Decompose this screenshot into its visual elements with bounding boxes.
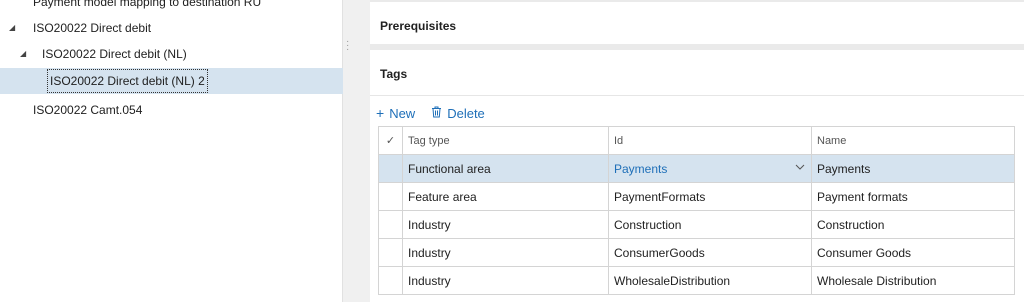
cell-name[interactable]: Construction <box>811 210 1015 239</box>
column-header-name[interactable]: Name <box>811 126 1015 155</box>
divider <box>370 95 1024 96</box>
column-header-id[interactable]: Id <box>608 126 812 155</box>
row-select-checkbox[interactable] <box>378 154 403 183</box>
cell-name[interactable]: Payment formats <box>811 182 1015 211</box>
table-row[interactable]: Industry WholesaleDistribution Wholesale… <box>378 266 1015 295</box>
row-select-checkbox[interactable] <box>378 266 403 295</box>
cell-id[interactable]: Construction <box>608 210 812 239</box>
tree-item-iso20022-direct-debit-nl[interactable]: ◢ ISO20022 Direct debit (NL) <box>0 41 343 67</box>
cell-tag-type[interactable]: Functional area <box>402 154 609 183</box>
row-select-checkbox[interactable] <box>378 210 403 239</box>
column-header-tag-type[interactable]: Tag type <box>402 126 609 155</box>
pane-splitter[interactable]: · · · <box>343 0 370 302</box>
tags-section: Tags + New Delete ✓ Tag type Id Name Fun… <box>370 50 1024 302</box>
cell-tag-type[interactable]: Industry <box>402 266 609 295</box>
cell-name[interactable]: Payments <box>811 154 1015 183</box>
table-row[interactable]: Industry ConsumerGoods Consumer Goods <box>378 238 1015 267</box>
cell-id[interactable]: PaymentFormats <box>608 182 812 211</box>
cell-name[interactable]: Wholesale Distribution <box>811 266 1015 295</box>
cell-id[interactable]: WholesaleDistribution <box>608 266 812 295</box>
cell-tag-type[interactable]: Industry <box>402 238 609 267</box>
expand-caret-icon[interactable]: ◢ <box>9 15 15 41</box>
cell-name[interactable]: Consumer Goods <box>811 238 1015 267</box>
tags-title: Tags <box>380 67 408 81</box>
prerequisites-title: Prerequisites <box>380 19 457 33</box>
cell-tag-type[interactable]: Industry <box>402 210 609 239</box>
new-button-label: New <box>389 105 416 121</box>
tree-item-label: ISO20022 Direct debit (NL) 2 <box>47 69 208 93</box>
table-row[interactable]: Industry Construction Construction <box>378 210 1015 239</box>
tree-item-label: ISO20022 Direct debit <box>33 21 152 35</box>
details-pane: Prerequisites Tags + New Delete ✓ Tag ty… <box>370 0 1024 302</box>
grid-header-row: ✓ Tag type Id Name <box>378 126 1015 155</box>
cell-id[interactable]: ConsumerGoods <box>608 238 812 267</box>
tree-item-label: ISO20022 Camt.054 <box>33 103 143 117</box>
cell-tag-type[interactable]: Feature area <box>402 182 609 211</box>
select-all-checkbox[interactable]: ✓ <box>378 126 403 155</box>
table-row[interactable]: Feature area PaymentFormats Payment form… <box>378 182 1015 211</box>
delete-button-label: Delete <box>447 105 485 121</box>
tags-grid: ✓ Tag type Id Name Functional area Payme… <box>378 126 1015 295</box>
trash-icon <box>431 106 442 120</box>
plus-icon: + <box>376 105 385 121</box>
tree-item-iso20022-direct-debit-nl-2[interactable]: ISO20022 Direct debit (NL) 2 <box>0 68 343 94</box>
tree-item-payment-model-mapping[interactable]: Payment model mapping to destination RU <box>0 0 343 15</box>
tree-item-label: Payment model mapping to destination RU <box>33 0 262 9</box>
cell-id-dropdown[interactable]: Payments <box>608 154 812 183</box>
tree-item-iso20022-camt054[interactable]: ISO20022 Camt.054 <box>0 97 343 123</box>
new-button[interactable]: + New <box>376 106 415 121</box>
row-select-checkbox[interactable] <box>378 182 403 211</box>
table-row[interactable]: Functional area Payments Payments <box>378 154 1015 183</box>
tree-item-label: ISO20022 Direct debit (NL) <box>42 47 187 61</box>
tree-item-iso20022-direct-debit[interactable]: ◢ ISO20022 Direct debit <box>0 15 343 41</box>
tags-toolbar: + New Delete <box>376 104 485 122</box>
cell-id-value: Payments <box>614 161 668 176</box>
row-select-checkbox[interactable] <box>378 238 403 267</box>
splitter-grip-icon[interactable]: · · · <box>346 37 349 55</box>
tree-pane: Payment model mapping to destination RU … <box>0 0 343 302</box>
chevron-down-icon[interactable] <box>795 162 805 173</box>
delete-button[interactable]: Delete <box>431 106 485 121</box>
prerequisites-section[interactable]: Prerequisites <box>370 2 1024 44</box>
expand-caret-icon[interactable]: ◢ <box>20 41 26 67</box>
